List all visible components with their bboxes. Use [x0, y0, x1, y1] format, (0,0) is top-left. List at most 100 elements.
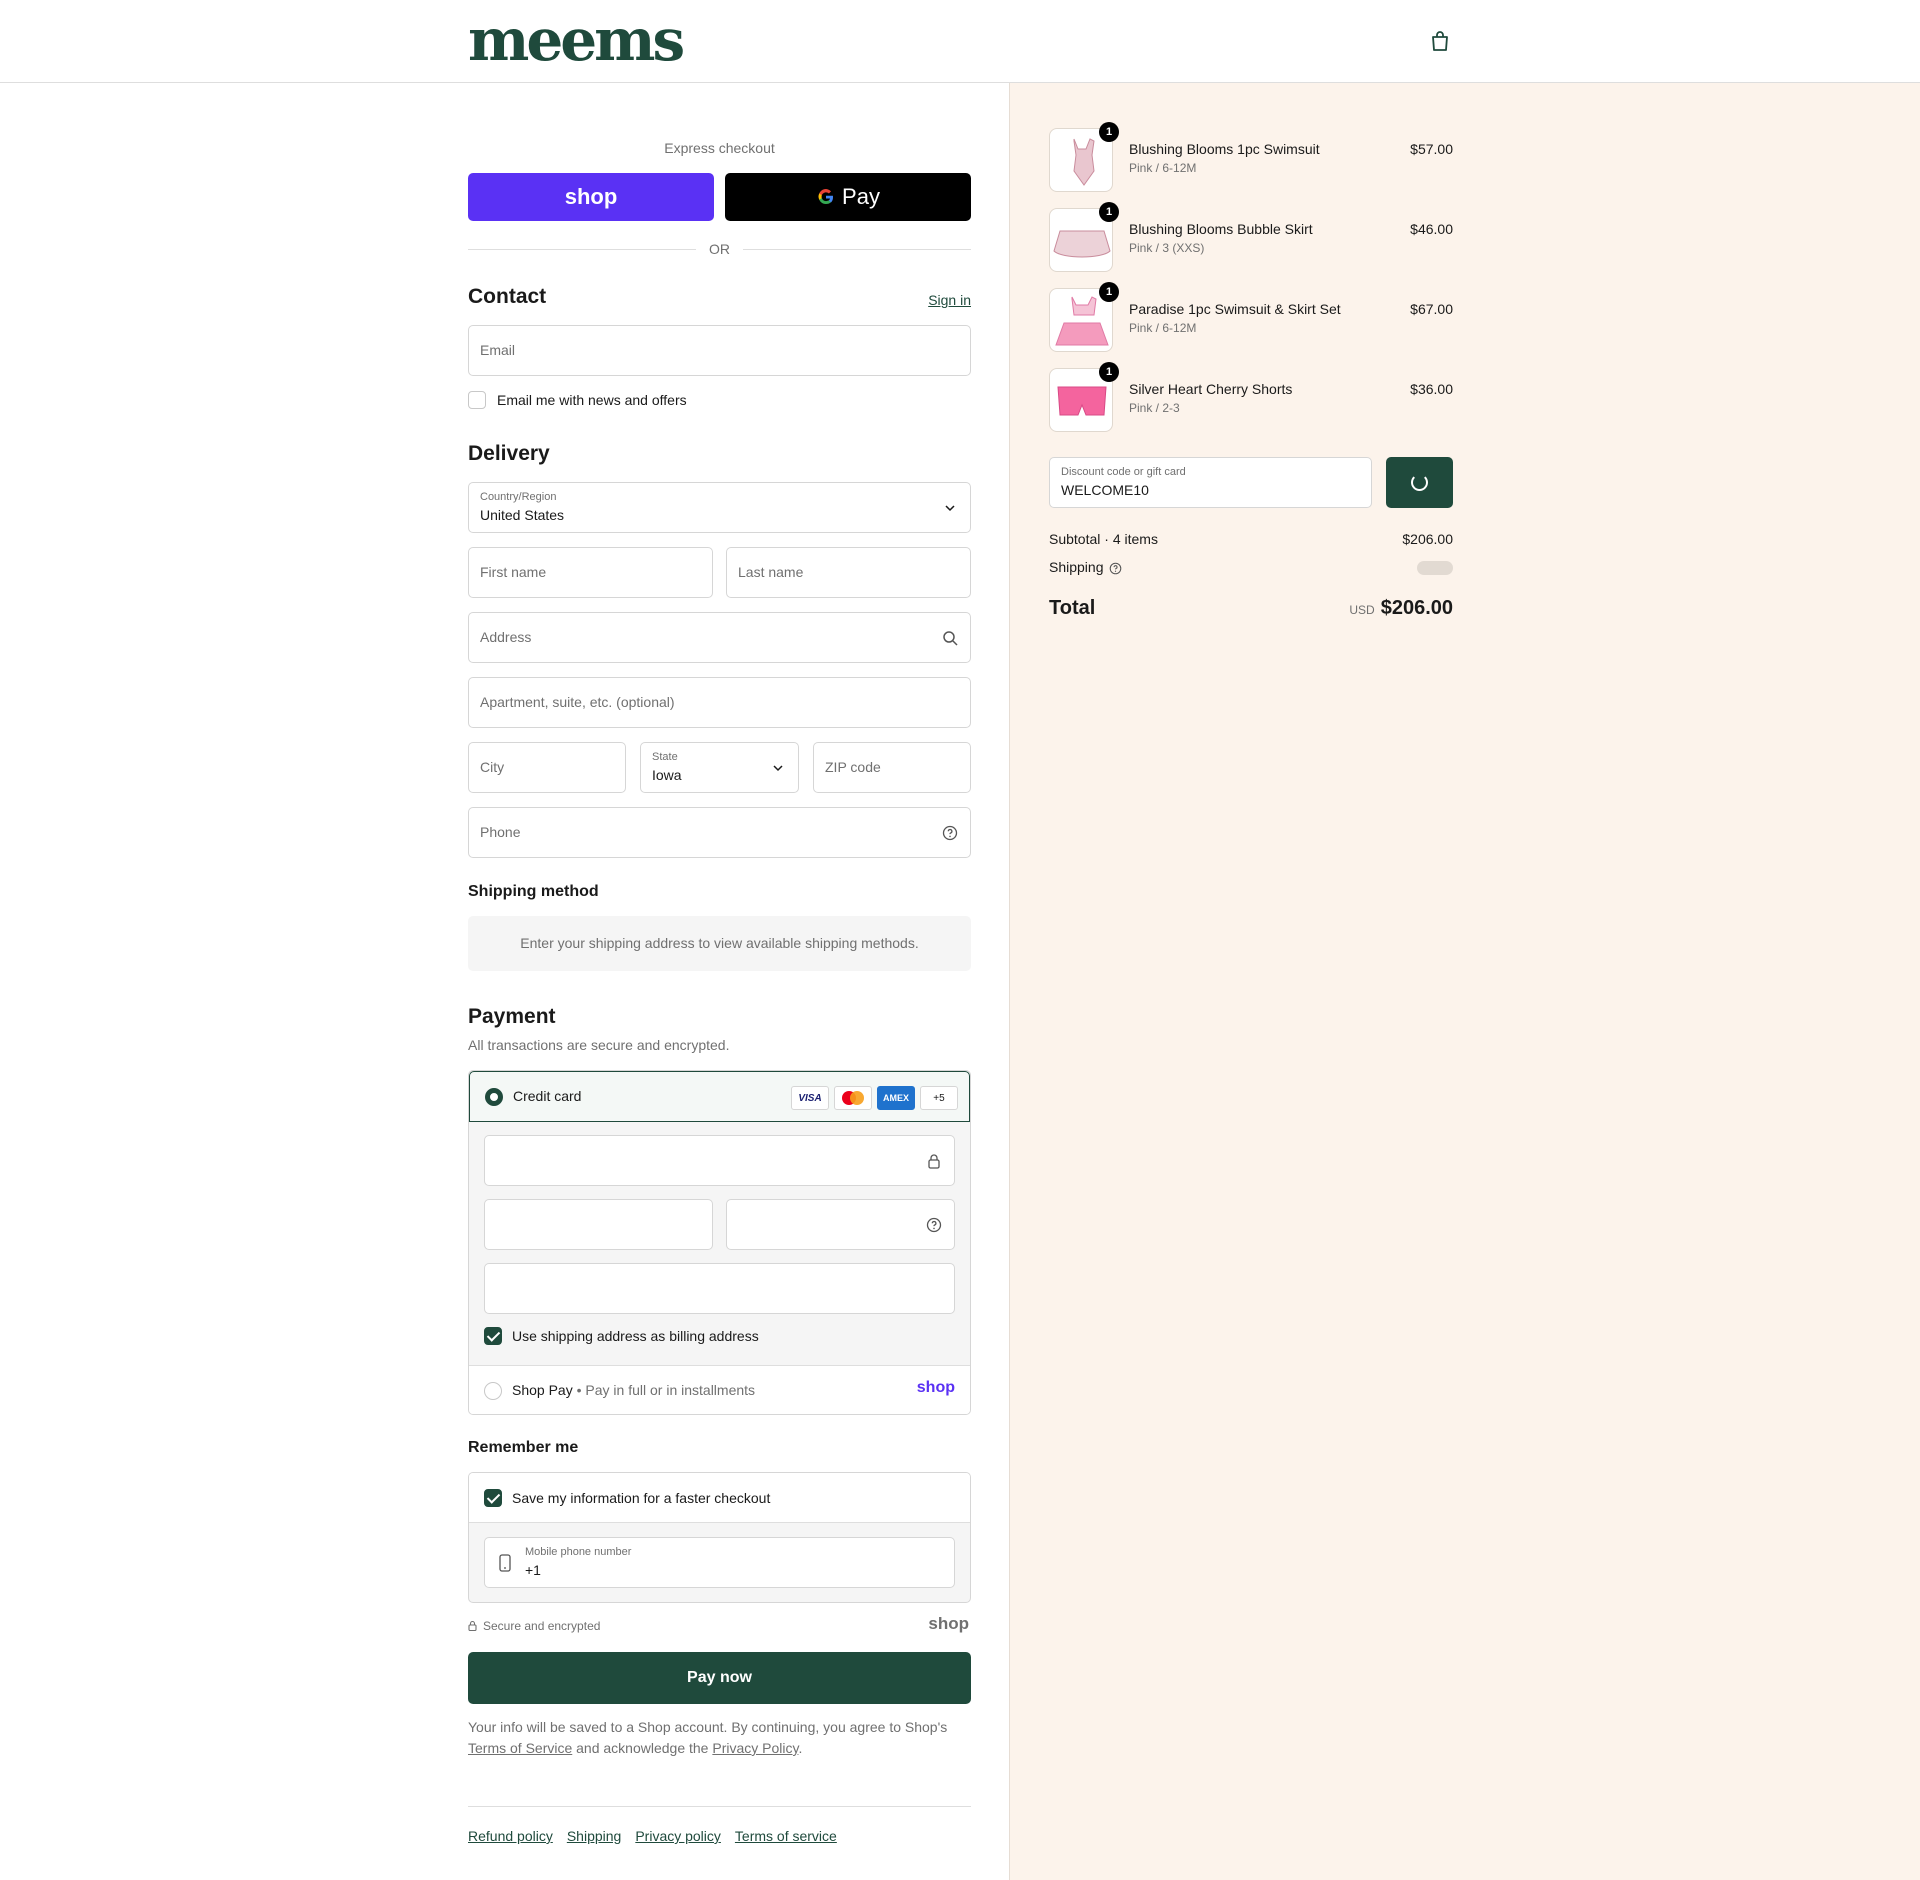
shipping-policy-link[interactable]: Shipping — [567, 1828, 622, 1844]
or-divider: OR — [468, 239, 971, 259]
item-name: Blushing Blooms 1pc Swimsuit — [1129, 141, 1320, 157]
help-icon[interactable] — [926, 1217, 942, 1233]
shop-pay-radio[interactable] — [484, 1382, 502, 1400]
credit-card-option[interactable]: Credit card VISA AMEX +5 — [469, 1071, 970, 1122]
refund-policy-link[interactable]: Refund policy — [468, 1828, 553, 1844]
item-variant: Pink / 2-3 — [1129, 401, 1180, 415]
total-label: Total — [1049, 597, 1096, 619]
privacy-policy-footer-link[interactable]: Privacy policy — [635, 1828, 721, 1844]
quantity-badge: 1 — [1099, 282, 1119, 302]
mobile-phone-label: Mobile phone number — [525, 1546, 632, 1558]
mobile-phone-field[interactable]: Mobile phone number +1 — [484, 1537, 955, 1588]
expiration-field[interactable] — [484, 1199, 713, 1250]
store-logo[interactable]: meems — [468, 8, 685, 72]
email-placeholder: Email — [480, 342, 516, 358]
state-value: Iowa — [652, 767, 682, 783]
save-info-checkbox[interactable] — [484, 1489, 502, 1507]
quantity-badge: 1 — [1099, 202, 1119, 222]
first-name-placeholder: First name — [480, 564, 547, 580]
subtotal-label: Subtotal · 4 items — [1049, 531, 1158, 547]
currency-label: USD — [1349, 603, 1375, 617]
shop-logo: shop — [928, 1614, 969, 1633]
item-price: $67.00 — [1410, 301, 1453, 317]
state-select[interactable]: State Iowa — [640, 742, 799, 793]
chevron-down-icon — [773, 765, 783, 772]
apartment-field[interactable]: Apartment, suite, etc. (optional) — [468, 677, 971, 728]
city-field[interactable]: City — [468, 742, 626, 793]
first-name-field[interactable]: First name — [468, 547, 713, 598]
phone-field[interactable]: Phone — [468, 807, 971, 858]
apply-discount-button[interactable] — [1386, 457, 1453, 508]
more-cards-badge: +5 — [920, 1086, 958, 1110]
billing-address-checkbox[interactable] — [484, 1327, 502, 1345]
shop-pay-option[interactable]: Shop Pay • Pay in full or in installment… — [469, 1365, 970, 1414]
cart-item: 1 Blushing Blooms 1pc Swimsuit Pink / 6-… — [1049, 122, 1453, 194]
terms-of-service-link[interactable]: Terms of Service — [468, 1740, 572, 1756]
item-price: $46.00 — [1410, 221, 1453, 237]
remember-me-box: Save my information for a faster checkou… — [468, 1472, 971, 1603]
zip-field[interactable]: ZIP code — [813, 742, 971, 793]
name-on-card-field[interactable] — [484, 1263, 955, 1314]
search-icon — [943, 631, 958, 646]
address-placeholder: Address — [480, 629, 532, 645]
discount-value: WELCOME10 — [1061, 482, 1149, 498]
item-name: Silver Heart Cherry Shorts — [1129, 381, 1293, 397]
secure-label: Secure and encrypted — [483, 1619, 601, 1633]
address-field[interactable]: Address — [468, 612, 971, 663]
lock-icon — [928, 1154, 940, 1169]
cart-item: 1 Silver Heart Cherry Shorts Pink / 2-3 … — [1049, 362, 1453, 434]
credit-card-radio[interactable] — [485, 1088, 503, 1106]
billing-address-label: Use shipping address as billing address — [512, 1328, 759, 1344]
card-number-field[interactable] — [484, 1135, 955, 1186]
newsletter-checkbox[interactable] — [468, 391, 486, 409]
save-info-row[interactable]: Save my information for a faster checkou… — [469, 1473, 970, 1523]
last-name-field[interactable]: Last name — [726, 547, 971, 598]
privacy-policy-link[interactable]: Privacy Policy — [712, 1740, 798, 1756]
item-price: $36.00 — [1410, 381, 1453, 397]
visa-icon: VISA — [791, 1086, 829, 1110]
shop-pay-button[interactable]: shop — [468, 173, 714, 221]
mobile-phone-value: +1 — [525, 1562, 541, 1578]
payment-subtitle: All transactions are secure and encrypte… — [468, 1037, 730, 1053]
quantity-badge: 1 — [1099, 362, 1119, 382]
save-info-label: Save my information for a faster checkou… — [512, 1490, 771, 1506]
shopping-bag-icon[interactable] — [1430, 30, 1450, 52]
email-field[interactable]: Email — [468, 325, 971, 376]
shipping-row: Shipping — [1049, 559, 1453, 575]
total-row: Total USD $206.00 — [1049, 597, 1453, 620]
order-summary: 1 Blushing Blooms 1pc Swimsuit Pink / 6-… — [1009, 83, 1920, 1880]
amex-icon: AMEX — [877, 1086, 915, 1110]
discount-code-field[interactable]: Discount code or gift card WELCOME10 — [1049, 457, 1372, 508]
security-code-field[interactable] — [726, 1199, 955, 1250]
shop-pay-option-label: Shop Pay • Pay in full or in installment… — [512, 1382, 756, 1398]
shipping-loading-placeholder — [1417, 561, 1453, 575]
zip-placeholder: ZIP code — [825, 759, 881, 775]
help-icon[interactable] — [1109, 562, 1122, 575]
cart-item: 1 Blushing Blooms Bubble Skirt Pink / 3 … — [1049, 202, 1453, 274]
terms-of-service-footer-link[interactable]: Terms of service — [735, 1828, 837, 1844]
shipping-method-message: Enter your shipping address to view avai… — [468, 916, 971, 971]
pay-now-button[interactable]: Pay now — [468, 1652, 971, 1704]
country-select[interactable]: Country/Region United States — [468, 482, 971, 533]
subtotal-row: Subtotal · 4 items $206.00 — [1049, 531, 1453, 547]
item-name: Paradise 1pc Swimsuit & Skirt Set — [1129, 301, 1341, 317]
item-price: $57.00 — [1410, 141, 1453, 157]
item-variant: Pink / 6-12M — [1129, 161, 1197, 175]
lock-icon — [468, 1620, 477, 1631]
google-pay-button[interactable]: Pay — [725, 173, 971, 221]
google-g-icon — [818, 189, 834, 205]
payment-heading: Payment — [468, 1005, 556, 1028]
state-label: State — [652, 751, 678, 763]
chevron-down-icon — [945, 505, 955, 512]
sign-in-link[interactable]: Sign in — [928, 292, 971, 308]
country-value: United States — [480, 507, 565, 523]
subtotal-value: $206.00 — [1402, 531, 1453, 547]
item-variant: Pink / 3 (XXS) — [1129, 241, 1205, 255]
loading-spinner-icon — [1411, 474, 1428, 491]
mobile-phone-icon — [499, 1554, 511, 1572]
express-checkout-label: Express checkout — [664, 140, 775, 156]
credit-card-label: Credit card — [513, 1088, 582, 1104]
header: meems — [0, 0, 1920, 83]
mastercard-icon — [834, 1086, 872, 1110]
help-icon[interactable] — [942, 825, 958, 841]
